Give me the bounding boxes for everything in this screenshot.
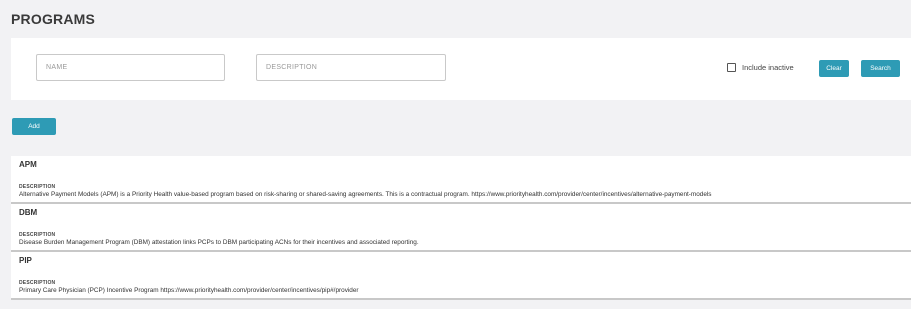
add-button[interactable]: Add	[12, 118, 56, 135]
description-input[interactable]	[256, 54, 446, 81]
include-inactive-toggle[interactable]: Include inactive	[727, 63, 794, 72]
program-row-pip[interactable]: PIP DESCRIPTION Primary Care Physician (…	[11, 252, 911, 300]
program-row-dbm[interactable]: DBM DESCRIPTION Disease Burden Managemen…	[11, 204, 911, 252]
program-list: APM DESCRIPTION Alternative Payment Mode…	[11, 156, 911, 300]
program-code: DBM	[19, 208, 38, 217]
program-description: Primary Care Physician (PCP) Incentive P…	[19, 287, 359, 294]
program-code: PIP	[19, 256, 32, 265]
program-description: Alternative Payment Models (APM) is a Pr…	[19, 191, 712, 198]
filter-panel: Include inactive Clear Search	[11, 38, 911, 100]
include-inactive-label: Include inactive	[742, 63, 794, 72]
program-description: Disease Burden Management Program (DBM) …	[19, 239, 419, 246]
search-button[interactable]: Search	[861, 60, 900, 77]
description-heading: DESCRIPTION	[19, 232, 56, 238]
page-title: PROGRAMS	[11, 11, 96, 27]
include-inactive-checkbox[interactable]	[727, 63, 736, 72]
clear-button[interactable]: Clear	[819, 60, 849, 77]
description-heading: DESCRIPTION	[19, 184, 56, 190]
name-input[interactable]	[36, 54, 225, 81]
description-heading: DESCRIPTION	[19, 280, 56, 286]
program-code: APM	[19, 160, 37, 169]
program-row-apm[interactable]: APM DESCRIPTION Alternative Payment Mode…	[11, 156, 911, 204]
